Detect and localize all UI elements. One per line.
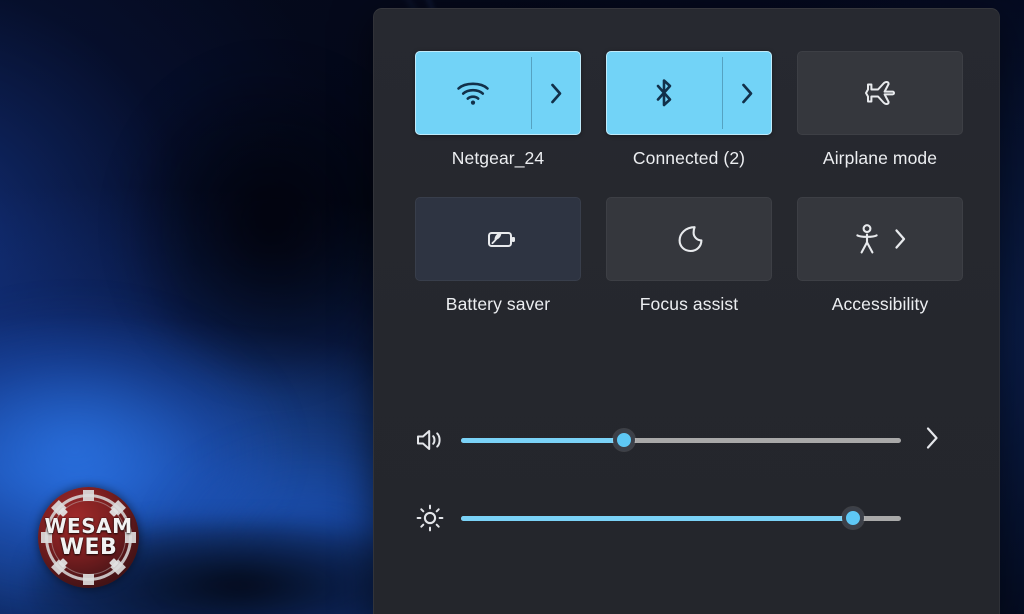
watermark-notch (83, 574, 94, 585)
watermark-text: WESAM WEB (44, 513, 133, 560)
tile-cell-focus-assist: Focus assist (606, 197, 772, 315)
accessibility-icon (854, 223, 880, 255)
tile-label-bluetooth: Connected (2) (632, 148, 746, 168)
tile-accessibility[interactable] (797, 197, 963, 281)
volume-slider-fill (461, 437, 624, 443)
tile-focus-assist[interactable] (606, 197, 772, 281)
tile-label-accessibility: Accessibility (831, 294, 929, 314)
brightness-slider-thumb[interactable] (841, 507, 864, 529)
bluetooth-icon (654, 77, 674, 109)
tile-wifi-toggle[interactable] (415, 51, 531, 135)
watermark-notch (83, 490, 94, 501)
tile-cell-battery-saver: Battery saver (415, 197, 581, 315)
brightness-slider-fill (461, 515, 853, 521)
tile-row: Netgear_24 Connected (2) Airplane mode (415, 51, 963, 169)
tile-cell-wifi: Netgear_24 (415, 51, 581, 169)
tile-label-airplane: Airplane mode (822, 148, 938, 168)
tile-row: Battery saver Focus assist Accessibility (415, 197, 963, 315)
brightness-slider-track[interactable] (461, 507, 901, 529)
tile-label-focus-assist: Focus assist (639, 294, 739, 314)
volume-slider-tail (901, 420, 963, 460)
tile-airplane-mode[interactable] (797, 51, 963, 135)
chevron-right-icon (550, 83, 563, 104)
tile-airplane-toggle[interactable] (797, 51, 963, 135)
watermark-line-2: WEB (59, 534, 118, 560)
quick-settings-sliders (415, 401, 963, 557)
volume-expand-button[interactable] (912, 420, 952, 460)
moon-icon (675, 224, 703, 254)
wifi-icon (456, 80, 490, 106)
brightness-slider-row (415, 479, 963, 557)
volume-slider-thumb[interactable] (612, 429, 635, 451)
tile-label-battery-saver: Battery saver (445, 294, 551, 314)
brightness-slider[interactable] (461, 504, 901, 532)
tile-focus-assist-toggle[interactable] (606, 197, 772, 281)
tile-battery-saver-toggle[interactable] (415, 197, 581, 281)
volume-slider-track[interactable] (461, 429, 901, 451)
tile-bluetooth-toggle[interactable] (606, 51, 722, 135)
airplane-icon (863, 78, 897, 108)
volume-slider-row (415, 401, 963, 479)
watermark-line-1: WESAM (44, 513, 133, 538)
speaker-icon (415, 426, 461, 454)
tile-cell-accessibility: Accessibility (797, 197, 963, 315)
battery-saver-icon (478, 226, 518, 252)
tile-wifi-expand[interactable] (531, 51, 581, 135)
volume-slider[interactable] (461, 426, 901, 454)
tile-cell-airplane: Airplane mode (797, 51, 963, 169)
tile-cell-bluetooth: Connected (2) (606, 51, 772, 169)
chevron-right-icon (741, 83, 754, 104)
tile-accessibility-content[interactable] (797, 197, 963, 281)
tile-bluetooth[interactable] (606, 51, 772, 135)
quick-settings-tile-grid: Netgear_24 Connected (2) Airplane mode B… (415, 51, 963, 343)
tile-battery-saver[interactable] (415, 197, 581, 281)
tile-wifi[interactable] (415, 51, 581, 135)
chevron-right-icon (925, 426, 940, 455)
chevron-right-icon[interactable] (894, 228, 907, 250)
quick-settings-panel: Netgear_24 Connected (2) Airplane mode B… (373, 8, 1000, 614)
tile-bluetooth-expand[interactable] (722, 51, 772, 135)
watermark-logo: WESAM WEB (38, 487, 139, 588)
tile-label-wifi: Netgear_24 (451, 148, 545, 168)
brightness-icon (415, 503, 461, 533)
quick-settings-body: Netgear_24 Connected (2) Airplane mode B… (374, 9, 999, 614)
desktop-screen: WESAM WEB Netgear_24 Connected (2) Airpl… (0, 0, 1024, 614)
